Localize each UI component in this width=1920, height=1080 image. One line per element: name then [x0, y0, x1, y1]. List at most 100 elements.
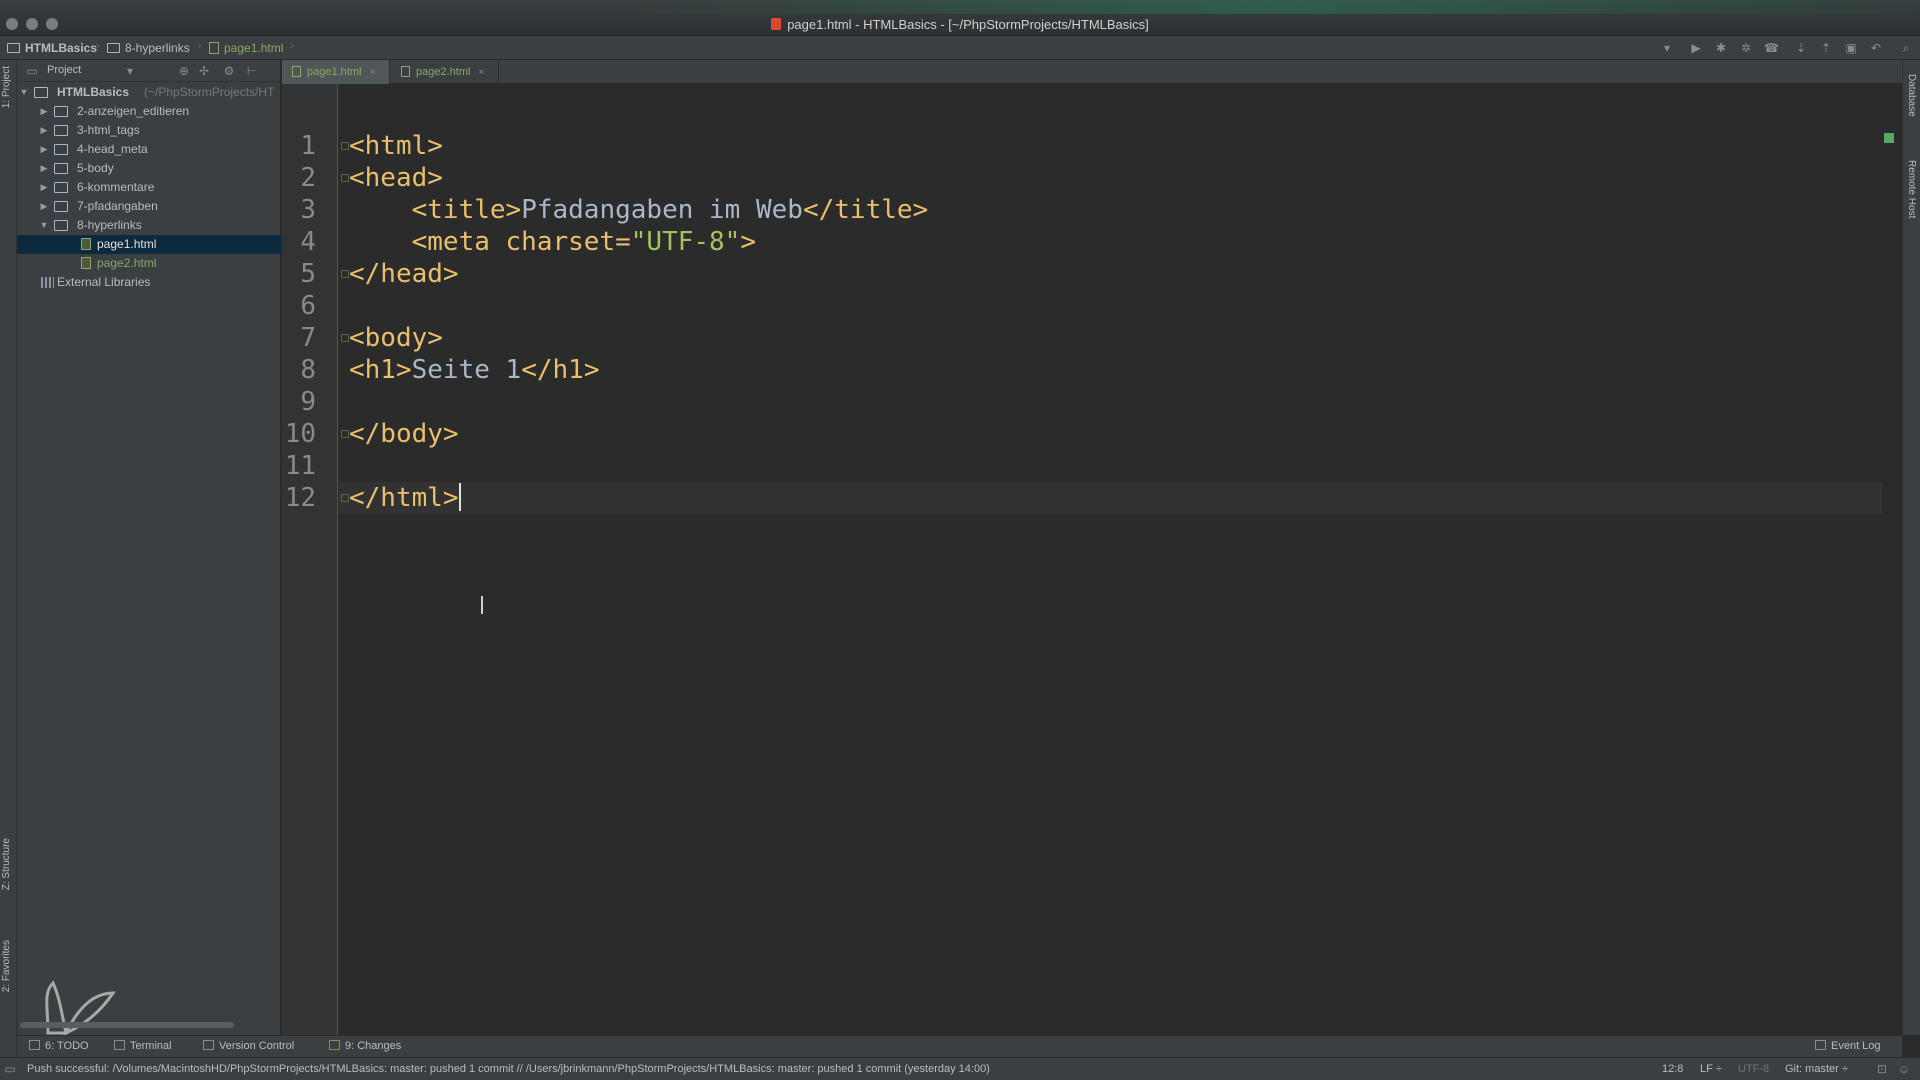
collapsed-arrow-icon[interactable]: ▶: [39, 140, 49, 159]
folder-icon: [54, 125, 68, 136]
terminal-tool-button[interactable]: Terminal: [114, 1040, 172, 1052]
breadcrumb-folder[interactable]: 8-hyperlinks: [107, 40, 190, 56]
vcs-icon: [203, 1040, 214, 1050]
todo-tool-button[interactable]: 6: TODO: [29, 1040, 89, 1052]
tree-root-path: (~/PhpStormProjects/HT: [144, 85, 275, 99]
fold-marker-icon[interactable]: [341, 334, 349, 342]
project-panel: ▭ Project ▾ ⊕ ✢ ⚙ ⊢ ▼ HTMLBasics (~/PhpS…: [17, 60, 281, 1037]
tree-folder[interactable]: ▶ 6-kommentare: [17, 178, 281, 197]
project-tool-button[interactable]: 1: Project: [1, 66, 12, 108]
structure-tool-button[interactable]: Z: Structure: [1, 838, 12, 890]
debug-icon[interactable]: ✱: [1714, 41, 1728, 55]
tree-folder-label: 6-kommentare: [77, 180, 155, 194]
left-tool-stripe: 1: Project Z: Structure 2: Favorites: [0, 60, 17, 1060]
changes-tool-button[interactable]: 9: Changes: [329, 1040, 401, 1052]
favorites-tool-button[interactable]: 2: Favorites: [1, 940, 12, 992]
tree-folder[interactable]: ▼ 8-hyperlinks: [17, 216, 281, 235]
text-caret: [458, 483, 461, 511]
locate-icon[interactable]: ⊕: [177, 64, 191, 78]
tab-page1[interactable]: page1.html ×: [282, 60, 390, 84]
tree-folder[interactable]: ▶ 5-body: [17, 159, 281, 178]
gear-icon[interactable]: ⚙: [222, 64, 236, 78]
collapsed-arrow-icon[interactable]: ▶: [39, 159, 49, 178]
close-tab-icon[interactable]: ×: [478, 67, 484, 78]
navigation-bar: HTMLBasics › 8-hyperlinks › page1.html ›…: [0, 36, 1920, 60]
html-file-icon: [401, 66, 410, 77]
project-panel-title[interactable]: Project: [47, 64, 81, 76]
fold-marker-icon[interactable]: [341, 174, 349, 182]
version-control-tool-button[interactable]: Version Control: [203, 1040, 294, 1052]
collapsed-arrow-icon[interactable]: ▶: [39, 178, 49, 197]
expanded-arrow-icon[interactable]: ▼: [39, 216, 49, 235]
fold-marker-icon[interactable]: [341, 270, 349, 278]
vcs-update-icon[interactable]: ⇣: [1794, 41, 1808, 55]
line-number: 5: [300, 259, 316, 289]
tree-file[interactable]: page2.html: [17, 254, 281, 273]
breadcrumb-project[interactable]: HTMLBasics: [7, 40, 97, 56]
line-number: 1: [300, 131, 316, 161]
expanded-arrow-icon[interactable]: ▼: [19, 83, 29, 102]
listen-debug-icon[interactable]: ☎: [1764, 41, 1779, 55]
tool-label: Version Control: [219, 1040, 295, 1052]
code-editor[interactable]: 1 2 3 4 5 6 7 8 9 10 11 12 <html> <head>…: [282, 84, 1882, 1035]
tree-folder-label: 3-html_tags: [77, 123, 140, 137]
vcs-commit-icon[interactable]: ⇡: [1819, 41, 1833, 55]
panel-toggle-icon[interactable]: ▭: [3, 1062, 17, 1076]
tree-folder[interactable]: ▶ 2-anzeigen_editieren: [17, 102, 281, 121]
fold-marker-icon[interactable]: [341, 494, 349, 502]
analysis-ok-marker: [1884, 133, 1894, 143]
git-branch[interactable]: Git: master ÷: [1785, 1063, 1848, 1075]
folder-icon: [54, 163, 68, 174]
event-log-button[interactable]: Event Log: [1815, 1040, 1881, 1052]
remote-host-tool-button[interactable]: Remote Host: [1906, 160, 1917, 218]
collapse-icon[interactable]: ✢: [197, 64, 211, 78]
tab-page2[interactable]: page2.html ×: [391, 60, 499, 84]
horizontal-scrollbar[interactable]: [20, 1022, 234, 1028]
folder-icon: [54, 220, 68, 231]
tree-external-libraries[interactable]: External Libraries: [17, 273, 281, 292]
tree-folder[interactable]: ▶ 7-pfadangaben: [17, 197, 281, 216]
code-token: <body>: [349, 323, 443, 353]
inspector-icon[interactable]: ☺: [1897, 1062, 1911, 1076]
line-number: 8: [300, 355, 316, 385]
collapsed-arrow-icon[interactable]: ▶: [39, 102, 49, 121]
collapsed-arrow-icon[interactable]: ▶: [39, 121, 49, 140]
folder-icon: [107, 43, 120, 53]
tree-folder[interactable]: ▶ 3-html_tags: [17, 121, 281, 140]
tree-file[interactable]: page1.html: [17, 235, 281, 254]
editor-tabs: page1.html × page2.html ×: [282, 60, 1902, 84]
fold-marker-icon[interactable]: [341, 142, 349, 150]
right-tool-stripe: Database Remote Host: [1902, 60, 1920, 1035]
line-number: 7: [300, 323, 316, 353]
fold-marker-icon[interactable]: [341, 430, 349, 438]
collapsed-arrow-icon[interactable]: ▶: [39, 197, 49, 216]
chevron-down-icon[interactable]: ▾: [123, 64, 137, 78]
coverage-icon[interactable]: ✲: [1739, 41, 1753, 55]
code-line-8: <h1>Seite 1</h1>: [349, 354, 599, 386]
close-tab-icon[interactable]: ×: [369, 67, 375, 78]
html-file-icon: [209, 42, 219, 54]
code-token: >: [740, 227, 756, 257]
breadcrumb-file[interactable]: page1.html: [209, 40, 283, 56]
file-encoding[interactable]: UTF-8: [1738, 1063, 1769, 1075]
tree-folder[interactable]: ▶ 4-head_meta: [17, 140, 281, 159]
tree-root[interactable]: ▼ HTMLBasics (~/PhpStormProjects/HT: [17, 83, 281, 102]
tool-window-bar: 6: TODO Terminal Version Control 9: Chan…: [17, 1035, 1902, 1057]
hide-panel-icon[interactable]: ⊢: [245, 64, 259, 78]
search-icon[interactable]: ⌕: [1899, 41, 1913, 55]
run-config-dropdown-icon[interactable]: ▾: [1660, 41, 1674, 55]
line-separator[interactable]: LF ÷: [1700, 1063, 1722, 1075]
project-view-icon: ▭: [26, 64, 38, 78]
code-token: Pfadangaben im Web: [521, 195, 803, 225]
status-message[interactable]: Push successful: /Volumes/MacintoshHD/Ph…: [27, 1063, 990, 1075]
caret-position[interactable]: 12:8: [1662, 1063, 1683, 1075]
tree-external-label: External Libraries: [57, 275, 151, 289]
code-line-7: <body>: [349, 322, 443, 354]
run-icon[interactable]: ▶: [1689, 41, 1703, 55]
database-tool-button[interactable]: Database: [1906, 74, 1917, 117]
line-number: 6: [300, 291, 316, 321]
revert-icon[interactable]: ↶: [1869, 41, 1883, 55]
tab-label: page1.html: [307, 66, 362, 78]
lock-icon[interactable]: ⊡: [1875, 1062, 1889, 1076]
compare-icon[interactable]: ▣: [1844, 41, 1858, 55]
